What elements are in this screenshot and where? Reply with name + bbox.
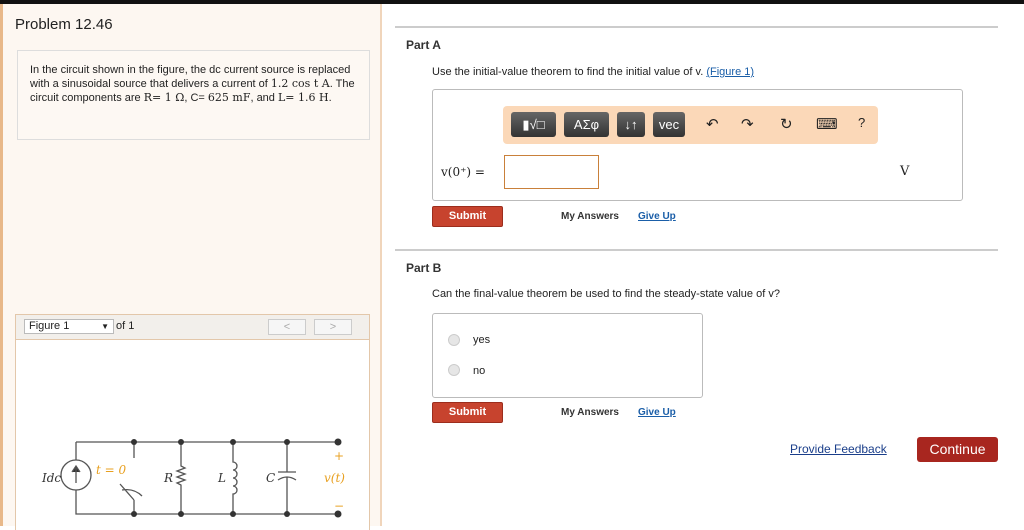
options-box: yes no — [432, 313, 703, 398]
divider — [395, 26, 998, 28]
part-a-label: Part A — [406, 38, 441, 52]
figure-link[interactable]: (Figure 1) — [706, 66, 754, 78]
answer-unit: V — [900, 164, 910, 179]
radio-no[interactable] — [448, 364, 460, 376]
next-figure-button[interactable]: > — [314, 319, 352, 335]
figure-toolbar: Figure 1 ▼ of 1 < > — [15, 314, 370, 340]
label-plus: + — [334, 449, 344, 463]
label-source: Idc — [41, 471, 61, 485]
desc-text: . — [328, 92, 332, 104]
current-value: 1.2 cos t A — [270, 77, 330, 90]
problem-description: In the circuit shown in the figure, the … — [17, 50, 370, 140]
answer-label: v(0⁺) = — [441, 165, 485, 179]
part-a-question: Use the initial-value theorem to find th… — [432, 66, 754, 78]
part-b-my-answers[interactable]: My Answers — [561, 407, 619, 418]
label-switch: t = 0 — [96, 463, 127, 477]
label-minus: − — [334, 499, 344, 513]
figure-area: Idc t = 0 R L C v(t) + − — [15, 340, 370, 530]
label-r: R — [163, 471, 173, 485]
template-button[interactable]: ▮√□ — [511, 112, 556, 137]
reset-icon[interactable]: ↻ — [780, 115, 793, 133]
provide-feedback-link[interactable]: Provide Feedback — [790, 442, 887, 456]
greek-button[interactable]: AΣφ — [564, 112, 609, 137]
undo-icon[interactable]: ↶ — [706, 115, 719, 133]
arrows-button[interactable]: ↓↑ — [617, 112, 645, 137]
part-a-give-up[interactable]: Give Up — [638, 211, 676, 222]
prev-figure-button[interactable]: < — [268, 319, 306, 335]
label-c: C — [266, 471, 275, 485]
part-b-give-up[interactable]: Give Up — [638, 407, 676, 418]
label-l: L — [217, 471, 226, 485]
problem-title: Problem 12.46 — [15, 16, 113, 33]
dropdown-arrow-icon: ▼ — [101, 322, 109, 331]
part-a-my-answers[interactable]: My Answers — [561, 211, 619, 222]
problem-panel: Problem 12.46 In the circuit shown in th… — [0, 4, 382, 530]
part-b-question: Can the final-value theorem be used to f… — [432, 288, 780, 300]
option-yes-label[interactable]: yes — [473, 334, 490, 346]
c-value: 625 mF — [207, 91, 251, 104]
label-v: v(t) — [324, 471, 345, 485]
l-value: L= 1.6 H — [277, 91, 329, 104]
circuit-nodes — [131, 438, 342, 518]
keyboard-icon[interactable]: ⌨ — [816, 115, 838, 133]
part-b-submit-button[interactable]: Submit — [432, 402, 503, 423]
option-no-label[interactable]: no — [473, 365, 485, 377]
vec-button[interactable]: vec — [653, 112, 685, 137]
question-text: Use the initial-value theorem to find th… — [432, 66, 707, 78]
divider — [395, 249, 998, 251]
figure-count: of 1 — [116, 320, 135, 332]
circuit-diagram: Idc t = 0 R L C v(t) + − — [41, 438, 345, 518]
figure-select-value: Figure 1 — [29, 320, 70, 332]
math-toolbar: ▮√□ AΣφ ↓↑ vec ↶ ↷ ↻ ⌨ ? — [503, 106, 878, 144]
part-b-label: Part B — [406, 261, 442, 275]
radio-yes[interactable] — [448, 334, 460, 346]
answer-input[interactable] — [504, 155, 599, 189]
r-value: R= 1 Ω — [143, 91, 185, 104]
help-icon[interactable]: ? — [858, 115, 865, 130]
desc-text: , C= — [184, 92, 205, 104]
desc-text: , and — [250, 92, 278, 104]
figure-select[interactable]: Figure 1 ▼ — [24, 319, 114, 334]
redo-icon[interactable]: ↷ — [741, 115, 754, 133]
answer-box: ▮√□ AΣφ ↓↑ vec ↶ ↷ ↻ ⌨ ? v(0⁺) = V — [432, 89, 963, 201]
continue-button[interactable]: Continue — [917, 437, 998, 462]
part-a-submit-button[interactable]: Submit — [432, 206, 503, 227]
